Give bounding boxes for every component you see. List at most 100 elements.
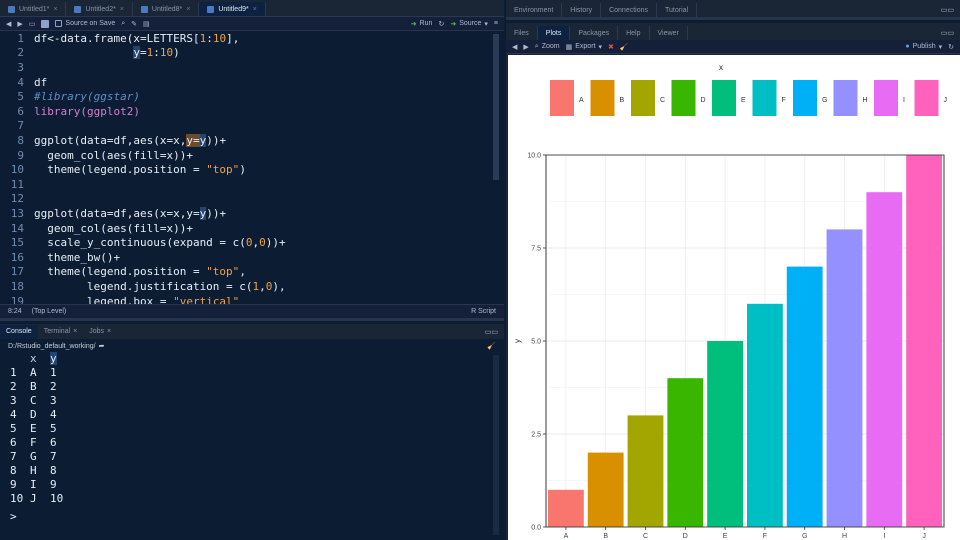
editor-statusbar: 8:24 (Top Level) R Script (0, 304, 504, 318)
clear-console-icon[interactable]: 🧹 (487, 342, 496, 350)
legend-key (671, 80, 696, 116)
editor-scrollbar[interactable] (493, 34, 499, 180)
editor-tab-untitled2[interactable]: Untitled2* × (66, 2, 133, 16)
forward-arrow-icon[interactable]: ▶ (17, 20, 22, 28)
editor-tab-untitled1[interactable]: Untitled1* × (0, 2, 67, 16)
bar (826, 229, 863, 527)
maximize-pane-icon[interactable]: ▭▭ (941, 29, 960, 40)
code-line[interactable]: 1 df<-data.frame(x=LETTERS[1:10], (0, 31, 239, 46)
close-icon[interactable]: × (186, 6, 190, 13)
line-number: 17 (10, 265, 24, 279)
code-line[interactable]: 17 theme(legend.position = "top", (0, 265, 246, 280)
bar (746, 303, 783, 527)
tab-label: Terminal (43, 328, 71, 335)
tab-plots[interactable]: Plots (537, 26, 571, 40)
code-line[interactable]: 18 legend.justification = c(1, 0), (0, 279, 286, 294)
tab-jobs[interactable]: Jobs × (83, 325, 117, 339)
tab-label: Files (514, 29, 529, 37)
line-number: 3 (17, 60, 24, 74)
go-to-directory-icon[interactable]: ➦ (99, 342, 105, 350)
code-line[interactable]: 6 library(ggplot2) (0, 104, 140, 119)
tab-help[interactable]: Help (618, 26, 650, 40)
tab-environment[interactable]: Environment (506, 3, 563, 17)
code-token: y (199, 133, 207, 147)
zoom-button[interactable]: ⌕ Zoom (535, 43, 560, 51)
y-tick-label: 0.0 (531, 525, 541, 532)
code-line[interactable]: 16 theme_bw()+ (0, 250, 120, 265)
working-directory: D:/Rstudio_default_working/ (8, 342, 96, 350)
tab-label: Untitled2* (85, 5, 116, 13)
minimize-icon[interactable]: ▭▭ (485, 328, 504, 336)
legend-label: F (782, 97, 786, 104)
code-line[interactable]: 11 (0, 177, 34, 192)
source-on-save-checkbox[interactable]: Source on Save (55, 20, 115, 27)
back-arrow-icon[interactable]: ◀ (6, 20, 11, 28)
close-icon[interactable]: × (53, 6, 57, 13)
previous-plot-icon[interactable]: ◀ (512, 43, 517, 51)
code-line[interactable]: 7 (0, 119, 34, 134)
editor-tab-untitled8[interactable]: Untitled8* × (133, 2, 200, 16)
code-token: theme(legend.position = (34, 163, 207, 177)
code-line[interactable]: 8 ggplot(data=df,aes(x=x, y= y))+ (0, 133, 226, 148)
close-icon[interactable]: × (73, 328, 77, 335)
tab-files[interactable]: Files (506, 26, 538, 40)
bar (627, 415, 664, 527)
code-line[interactable]: 15 scale_y_continuous(expand = c(0, 0))+ (0, 235, 286, 250)
code-editor[interactable]: 1 df<-data.frame(x=LETTERS[1:10], 2 y = 1:10… (0, 31, 492, 304)
tab-terminal[interactable]: Terminal × (38, 325, 84, 339)
code-line[interactable]: 14 geom_col(aes(fill=x))+ (0, 221, 193, 236)
code-line[interactable]: 9 geom_col(aes(fill=x))+ (0, 148, 193, 163)
console-scrollbar[interactable] (493, 355, 499, 535)
run-button[interactable]: ➜ Run (411, 20, 433, 28)
plot-canvas: x A B C D E F G H I J 0.0 2.5 5.0 7.5 10.0 A B C D E F G H I Jy (508, 55, 960, 540)
tab-label: Plots (545, 29, 562, 37)
code-line[interactable]: 2 y = 1:10) (0, 46, 180, 61)
publish-button[interactable]: ● Publish ▾ (905, 43, 942, 51)
legend-label: J (944, 97, 948, 104)
tab-tutorial[interactable]: Tutorial (657, 3, 698, 17)
editor-tabbar: Untitled1* × Untitled2* × Untitled8* × Unti… (0, 0, 504, 17)
code-token: legend.box = (34, 294, 174, 304)
code-line[interactable]: 13 ggplot(data=df,aes(x=x, y= y))+ (0, 206, 226, 221)
next-plot-icon[interactable]: ▶ (523, 43, 528, 51)
save-icon[interactable] (41, 19, 50, 28)
editor-tab-untitled9[interactable]: Untitled9* × (199, 2, 266, 16)
export-button[interactable]: ▦ Export ▾ (566, 43, 602, 51)
console-row: 1A1 (0, 365, 57, 379)
code-line[interactable]: 19 legend.box = "vertical" (0, 294, 240, 304)
tab-connections[interactable]: Connections (601, 3, 657, 17)
outline-icon[interactable]: ≡ (494, 20, 498, 27)
code-line[interactable]: 10 theme(legend.position = "top") (0, 162, 246, 177)
code-line[interactable]: 5 #library(ggstar) (0, 89, 140, 104)
refresh-icon[interactable]: ↻ (948, 43, 954, 51)
show-in-window-icon[interactable]: ▭ (29, 20, 36, 28)
tab-packages[interactable]: Packages (570, 26, 619, 40)
r-file-icon (8, 5, 15, 13)
code-token: "vertical" (173, 294, 240, 304)
rerun-icon[interactable]: ↻ (438, 20, 444, 28)
tab-history[interactable]: History (562, 3, 602, 17)
code-line[interactable]: 3 (0, 60, 34, 75)
code-token: , (239, 265, 246, 279)
tab-console[interactable]: Console (0, 324, 38, 339)
code-token: y= (186, 133, 200, 147)
source-button[interactable]: ➜ Source ▾ (450, 20, 488, 28)
code-line[interactable]: 4 df (0, 75, 47, 90)
compile-report-icon[interactable]: ▤ (143, 20, 150, 28)
close-icon[interactable]: × (120, 6, 124, 13)
code-token: geom_col(aes(fill=x))+ (34, 148, 193, 162)
remove-plot-icon[interactable]: ✖ (608, 43, 614, 51)
console-prompt[interactable]: > (0, 509, 17, 523)
close-icon[interactable]: × (253, 6, 257, 13)
code-line[interactable]: 12 (0, 192, 34, 207)
clear-plots-icon[interactable]: 🧹 (620, 43, 629, 51)
tab-viewer[interactable]: Viewer (650, 26, 688, 40)
filetype-selector[interactable]: R Script (471, 308, 496, 315)
restore-pane-icon[interactable]: ▭▭ (941, 6, 960, 17)
cell-x: E (30, 421, 37, 435)
wand-icon[interactable]: ✎ (131, 20, 137, 28)
console-output[interactable]: x y 1 A 1 2 B 2 3 C 3 4 D 4 5 E 5 6 F 6 7 G 7 8 H 8 9 I 9 10 J 10 > (0, 351, 492, 540)
close-icon[interactable]: × (107, 328, 111, 335)
search-icon[interactable]: ⌕ (121, 20, 125, 28)
scope-selector[interactable]: (Top Level) (32, 308, 67, 315)
